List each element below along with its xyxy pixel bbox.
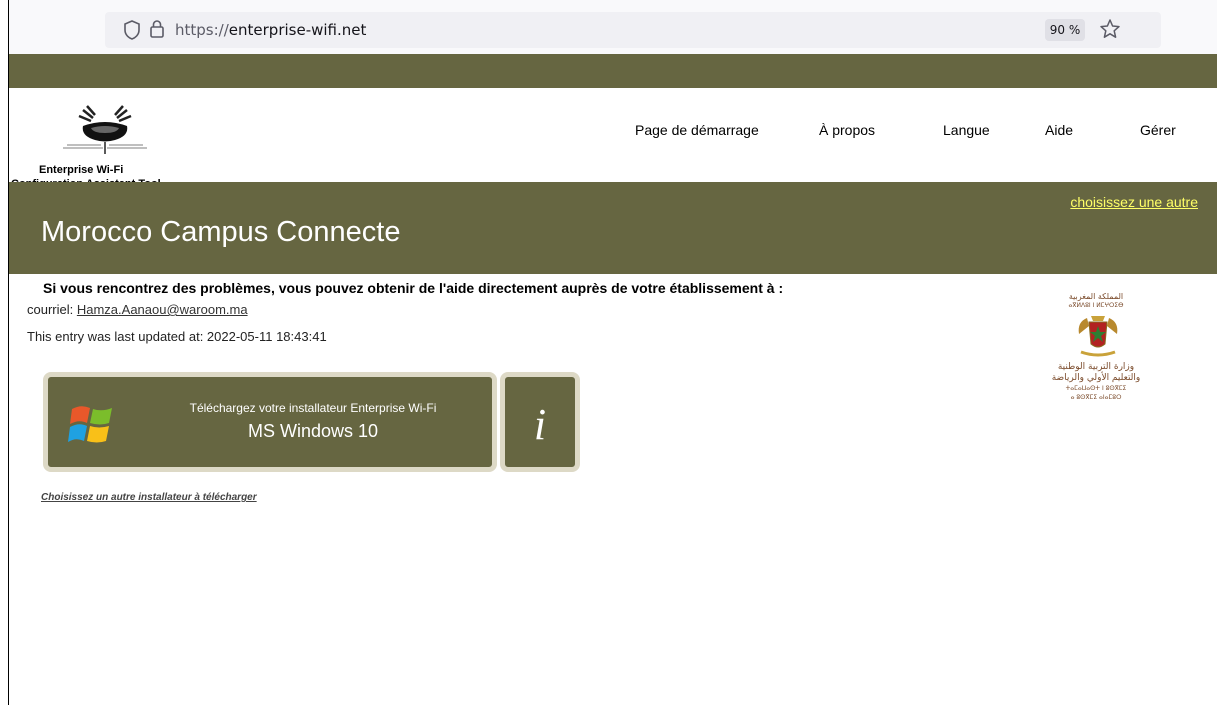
download-caption: Téléchargez votre installateur Enterpris… [189,401,437,415]
email-label: courriel: [27,302,77,317]
url-text[interactable]: https://enterprise-wifi.net [175,21,366,39]
ministry-arabic-line3: والتعليم الأولي والرياضة [1051,373,1141,383]
bookmark-star-icon[interactable] [1099,18,1121,45]
coat-of-arms-icon [1078,316,1118,357]
shield-icon[interactable] [123,20,141,45]
enterprise-wifi-logo[interactable] [55,98,155,160]
profile-title: Morocco Campus Connecte [41,216,401,248]
top-strip [9,54,1217,88]
site-header: Enterprise Wi-Fi Configuration Assistant… [9,88,1217,182]
info-icon: i [533,400,547,449]
nav-about[interactable]: À propos [819,122,875,138]
nav-home[interactable]: Page de démarrage [635,122,759,138]
ministry-logo: المملكة المغربية ⴰⴳⵍⴷⵓⵏ ⵏ ⵍⵎⵖⵔⵉⴱ وزارة ا… [1052,292,1143,422]
help-heading: Si vous rencontrez des problèmes, vous p… [43,280,784,296]
nav-help[interactable]: Aide [1045,122,1073,138]
lock-icon[interactable] [149,19,165,44]
main-content: Si vous rencontrez des problèmes, vous p… [9,274,1217,705]
nav-language[interactable]: Langue [943,122,990,138]
browser-toolbar: https://enterprise-wifi.net 90 % [8,0,1217,54]
ministry-arabic-line2: وزارة التربية الوطنية [1057,362,1135,372]
download-os-name: MS Windows 10 [247,421,379,441]
choose-other-link[interactable]: choisissez une autre [1070,194,1198,210]
email-line: courriel: Hamza.Aanaou@waroom.ma [27,302,248,317]
address-bar[interactable]: https://enterprise-wifi.net 90 % [105,12,1161,48]
support-email-link[interactable]: Hamza.Aanaou@waroom.ma [77,302,248,317]
info-button[interactable]: i [500,372,580,472]
download-installer-button[interactable]: Téléchargez votre installateur Enterpris… [43,372,497,472]
web-page: Enterprise Wi-Fi Configuration Assistant… [8,54,1217,705]
ministry-tifinagh-line1: ⴰⴳⵍⴷⵓⵏ ⵏ ⵍⵎⵖⵔⵉⴱ [1068,302,1124,309]
profile-banner: Morocco Campus Connecte choisissez une a… [9,182,1217,274]
ministry-tifinagh-line2: ⵜⴰⵎⴰⵡⴰⵙⵜ ⵏ ⵓⵙⴳⵎⵉ [1065,385,1127,392]
ministry-arabic-line1: المملكة المغربية [1068,292,1124,301]
zoom-level-badge[interactable]: 90 % [1045,19,1085,41]
logo-title: Enterprise Wi-Fi [39,164,124,176]
ministry-tifinagh-line3: ⴰ ⵓⵙⴳⵎⵉ ⴰⵏⴰⵎⵓⵔ [1070,394,1122,401]
choose-other-installer-link[interactable]: Choisissez un autre installateur à téléc… [41,492,257,503]
windows-logo-icon [68,399,118,454]
last-updated-text: This entry was last updated at: 2022-05-… [27,329,327,344]
nav-manage[interactable]: Gérer [1140,122,1176,138]
